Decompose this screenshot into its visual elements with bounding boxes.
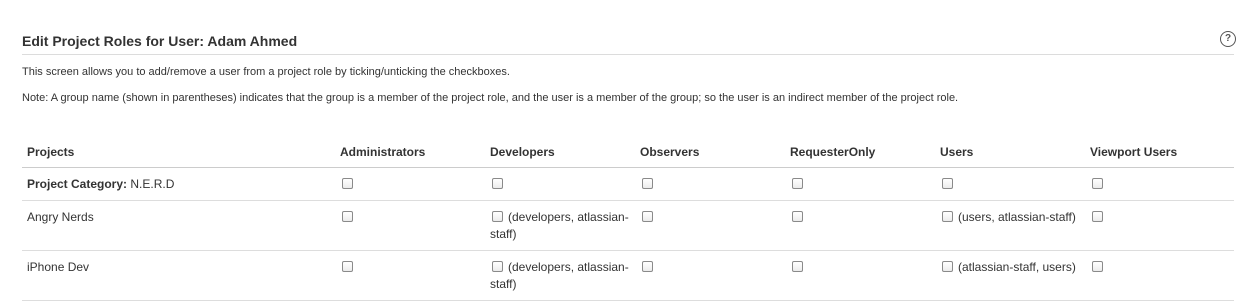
page-title: Edit Project Roles for User: Adam Ahmed [22,33,298,49]
project-roles-table: Projects Administrators Developers Obser… [22,137,1234,301]
observers-checkbox[interactable] [642,261,653,272]
category-administrators-checkbox[interactable] [342,178,353,189]
group-membership-note: (users, atlassian-staff) [958,210,1076,224]
category-developers-checkbox[interactable] [492,178,503,189]
users-checkbox[interactable] [942,211,953,222]
group-membership-note: (atlassian-staff, users) [958,260,1076,274]
note-text: Note: A group name (shown in parentheses… [22,92,959,104]
requesteronly-checkbox[interactable] [792,211,803,222]
page-header: Edit Project Roles for User: Adam Ahmed … [22,0,1236,55]
viewport-users-checkbox[interactable] [1092,261,1103,272]
category-users-checkbox[interactable] [942,178,953,189]
developers-checkbox[interactable] [492,211,503,222]
users-checkbox[interactable] [942,261,953,272]
administrators-checkbox[interactable] [342,261,353,272]
administrators-checkbox[interactable] [342,211,353,222]
category-row: Project Category: N.E.R.D [22,167,1234,201]
observers-checkbox[interactable] [642,211,653,222]
column-header-users: Users [935,137,1085,168]
column-header-administrators: Administrators [335,137,485,168]
category-label: Project Category: [27,177,128,191]
requesteronly-checkbox[interactable] [792,261,803,272]
table-header-row: Projects Administrators Developers Obser… [22,137,1234,168]
column-header-requesteronly: RequesterOnly [785,137,935,168]
edit-project-roles-page: Edit Project Roles for User: Adam Ahmed … [22,0,1236,301]
table-row: iPhone Dev (developers, atlassian-staff)… [22,250,1234,301]
viewport-users-checkbox[interactable] [1092,211,1103,222]
developers-checkbox[interactable] [492,261,503,272]
category-observers-checkbox[interactable] [642,178,653,189]
project-name: Angry Nerds [22,200,335,251]
category-name: N.E.R.D [127,177,175,191]
category-cell: Project Category: N.E.R.D [22,167,335,201]
group-membership-note: (developers, atlassian-staff) [490,260,629,291]
column-header-viewport-users: Viewport Users [1085,137,1234,168]
column-header-projects: Projects [22,137,335,168]
description-text: This screen allows you to add/remove a u… [22,66,510,78]
project-name: iPhone Dev [22,250,335,301]
table-row: Angry Nerds (developers, atlassian-staff… [22,200,1234,251]
category-viewport-users-checkbox[interactable] [1092,178,1103,189]
category-requesteronly-checkbox[interactable] [792,178,803,189]
column-header-observers: Observers [635,137,785,168]
group-membership-note: (developers, atlassian-staff) [490,210,629,241]
help-icon[interactable]: ? [1220,31,1236,47]
column-header-developers: Developers [485,137,635,168]
